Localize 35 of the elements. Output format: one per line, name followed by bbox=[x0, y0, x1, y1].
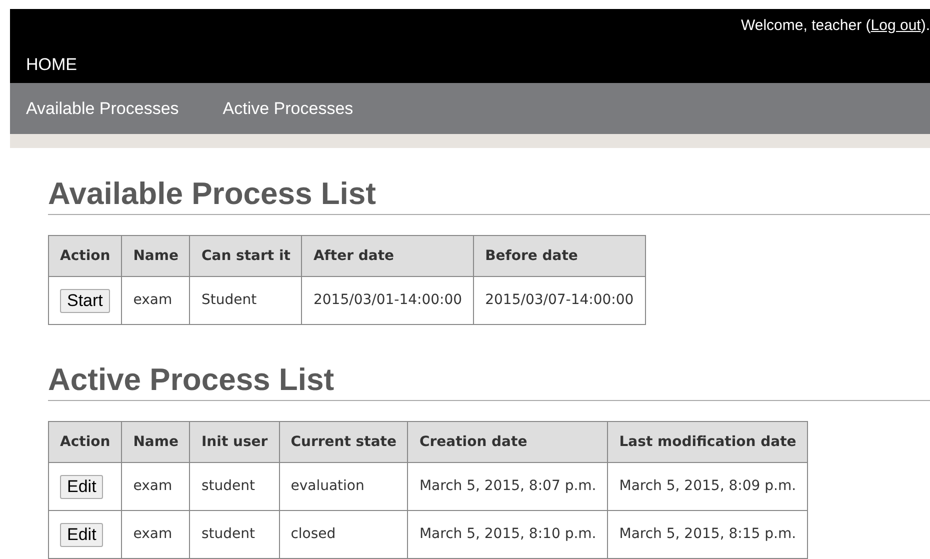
table-cell: March 5, 2015, 8:07 p.m. bbox=[408, 462, 608, 510]
table-cell: 2015/03/07-14:00:00 bbox=[474, 276, 646, 324]
column-header: Action bbox=[48, 236, 122, 276]
column-header: Name bbox=[122, 236, 190, 276]
column-header: Current state bbox=[279, 422, 408, 462]
row-action-button[interactable]: Edit bbox=[60, 474, 104, 498]
logout-link[interactable]: Log out bbox=[870, 16, 921, 34]
column-header: Last modification date bbox=[608, 422, 808, 462]
table-cell: exam bbox=[122, 276, 190, 324]
column-header: Creation date bbox=[408, 422, 608, 462]
table-cell: closed bbox=[279, 510, 408, 558]
column-header: Init user bbox=[190, 422, 280, 462]
table-cell: exam bbox=[122, 462, 190, 510]
section-heading: Active Process List bbox=[48, 362, 930, 401]
table-cell: 2015/03/01-14:00:00 bbox=[302, 276, 474, 324]
table-cell: March 5, 2015, 8:10 p.m. bbox=[408, 510, 608, 558]
nav-link[interactable]: Available Processes bbox=[26, 96, 179, 122]
column-header: Action bbox=[48, 422, 122, 462]
table-cell: evaluation bbox=[279, 462, 408, 510]
nav-link[interactable]: Active Processes bbox=[222, 96, 354, 122]
column-header: Before date bbox=[474, 236, 646, 276]
section-heading: Available Process List bbox=[48, 176, 930, 215]
table-cell: exam bbox=[122, 510, 190, 558]
row-action-button[interactable]: Start bbox=[60, 288, 110, 312]
column-header: After date bbox=[302, 236, 474, 276]
column-header: Can start it bbox=[190, 236, 302, 276]
home-link[interactable]: HOME bbox=[26, 55, 77, 74]
row-action-button[interactable]: Edit bbox=[60, 522, 104, 546]
table-cell: student bbox=[190, 510, 280, 558]
table-cell: student bbox=[190, 462, 280, 510]
table-cell: Student bbox=[190, 276, 302, 324]
table-cell: March 5, 2015, 8:09 p.m. bbox=[608, 462, 808, 510]
column-header: Name bbox=[122, 422, 190, 462]
welcome-text: Welcome, teacher (Log out). bbox=[741, 16, 930, 36]
table-cell: March 5, 2015, 8:15 p.m. bbox=[608, 510, 808, 558]
